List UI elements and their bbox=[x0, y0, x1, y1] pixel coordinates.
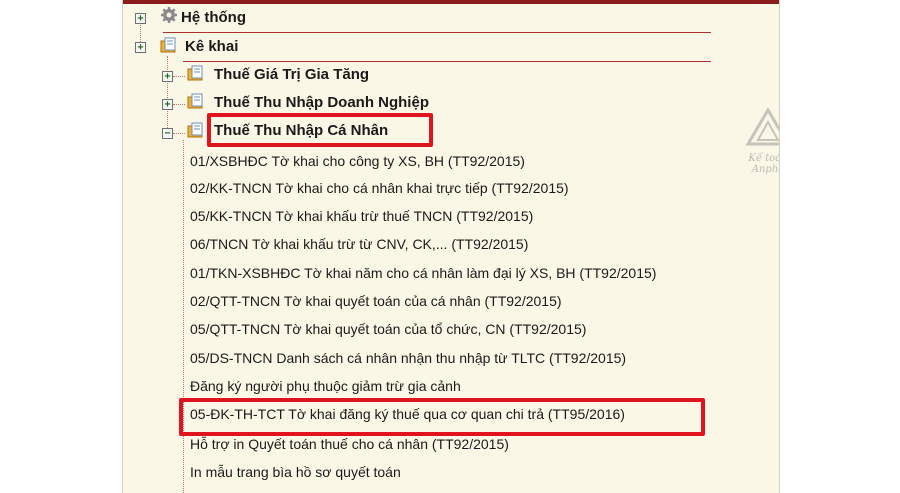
collapse-minus-icon[interactable]: − bbox=[162, 128, 173, 139]
highlight-box bbox=[207, 113, 433, 147]
tree-line bbox=[183, 140, 184, 493]
tree-node-cit[interactable]: Thuế Thu Nhập Doanh Nghiệp bbox=[214, 90, 429, 114]
anpha-logo-icon bbox=[745, 107, 779, 146]
watermark-logo: Kế toán Anpha bbox=[733, 107, 779, 175]
tree-line bbox=[173, 104, 185, 105]
tree-node-he-thong[interactable]: Hệ thống bbox=[181, 5, 246, 29]
tree-item[interactable]: 01/XSBHĐC Tờ khai cho công ty XS, BH (TT… bbox=[190, 149, 525, 173]
expand-plus-icon[interactable]: + bbox=[135, 13, 146, 24]
tree-item[interactable]: Đăng ký người phụ thuộc giảm trừ gia cản… bbox=[190, 374, 461, 398]
folder-icon bbox=[187, 93, 203, 109]
highlight-box bbox=[179, 398, 705, 436]
folder-icon bbox=[187, 65, 203, 81]
node-label: Kê khai bbox=[185, 37, 239, 55]
node-label: Thuế Thu Nhập Doanh Nghiệp bbox=[214, 93, 429, 111]
watermark-text: Kế toán Anpha bbox=[748, 153, 779, 175]
tree-item[interactable]: In mẫu trang bìa hồ sơ quyết toán bbox=[190, 460, 401, 484]
tree-line bbox=[173, 133, 185, 134]
tree-item[interactable]: 05/QTT-TNCN Tờ khai quyết toán của tổ ch… bbox=[190, 317, 586, 341]
tree-node-vat[interactable]: Thuế Giá Trị Gia Tăng bbox=[214, 62, 369, 86]
node-label: Hệ thống bbox=[181, 8, 246, 26]
expand-plus-icon[interactable]: + bbox=[162, 99, 173, 110]
tree-item[interactable]: 02/KK-TNCN Tờ khai cho cá nhân khai trực… bbox=[190, 176, 569, 200]
tree-item[interactable]: 06/TNCN Tờ khai khấu trừ từ CNV, CK,... … bbox=[190, 232, 528, 256]
tree-line bbox=[173, 76, 185, 77]
tree-item[interactable]: Hỗ trợ in Quyết toán thuế cho cá nhân (T… bbox=[190, 432, 509, 456]
gear-icon bbox=[161, 7, 177, 23]
expand-plus-icon[interactable]: + bbox=[162, 71, 173, 82]
top-border bbox=[123, 0, 779, 4]
tree-node-ke-khai[interactable]: Kê khai bbox=[185, 34, 238, 58]
tree-item[interactable]: 05/KK-TNCN Tờ khai khấu trừ thuế TNCN (T… bbox=[190, 204, 533, 228]
tree-panel: + Hệ thống + Kê khai + Thuế Giá Trị Gia … bbox=[122, 0, 780, 493]
tree-line bbox=[167, 56, 168, 134]
folder-icon bbox=[160, 37, 176, 53]
tree-item[interactable]: 01/TKN-XSBHĐC Tờ khai năm cho cá nhân là… bbox=[190, 261, 656, 285]
separator bbox=[163, 32, 711, 33]
open-folder-icon bbox=[187, 122, 203, 138]
tree-item[interactable]: 05/DS-TNCN Danh sách cá nhân nhận thu nh… bbox=[190, 346, 626, 370]
tree-item[interactable]: 02/QTT-TNCN Tờ khai quyết toán của cá nh… bbox=[190, 289, 562, 313]
expand-plus-icon[interactable]: + bbox=[135, 42, 146, 53]
node-label: Thuế Giá Trị Gia Tăng bbox=[214, 65, 370, 83]
